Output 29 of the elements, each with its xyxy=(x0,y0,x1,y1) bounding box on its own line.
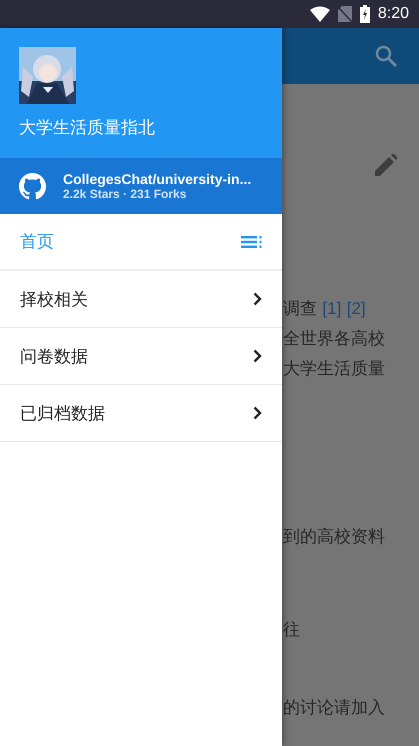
menu-label: 问卷数据 xyxy=(20,346,88,368)
body-text: 大学生活质量 xyxy=(283,358,386,381)
menu-label: 首页 xyxy=(20,231,54,253)
body-text: 往 xyxy=(283,619,301,642)
chevron-right-icon xyxy=(253,349,262,363)
clock-time: 8:20 xyxy=(378,5,409,23)
battery-charging-icon xyxy=(360,5,370,23)
github-icon xyxy=(19,172,46,200)
menu-item[interactable]: 已归档数据 xyxy=(0,385,282,442)
menu-item[interactable]: 首页 xyxy=(0,214,282,271)
list-icon xyxy=(241,236,262,248)
menu-item[interactable]: 择校相关 xyxy=(0,271,282,328)
menu-item[interactable]: 问卷数据 xyxy=(0,328,282,385)
no-sim-icon xyxy=(338,6,352,22)
app-title: 大学生活质量指北 xyxy=(19,117,156,139)
body-text: 到的高校资料 xyxy=(283,526,386,549)
body-text: 调查 [1] [2] xyxy=(283,298,367,321)
repository-name: CollegesChat/university-in... xyxy=(63,171,252,187)
repository-link[interactable]: CollegesChat/university-in... 2.2k Stars · 231 Forks xyxy=(0,158,282,214)
menu-label: 已归档数据 xyxy=(20,402,105,424)
chevron-right-icon xyxy=(253,406,262,420)
wifi-icon xyxy=(310,6,330,22)
repository-stats: 2.2k Stars · 231 Forks xyxy=(63,187,188,201)
menu-label: 择校相关 xyxy=(20,288,88,310)
pencil-icon[interactable] xyxy=(375,154,397,176)
chevron-right-icon xyxy=(253,292,262,306)
search-icon[interactable] xyxy=(375,45,397,67)
body-text: 的讨论请加入 xyxy=(283,697,386,720)
body-text: 全世界各高校 xyxy=(283,328,386,351)
